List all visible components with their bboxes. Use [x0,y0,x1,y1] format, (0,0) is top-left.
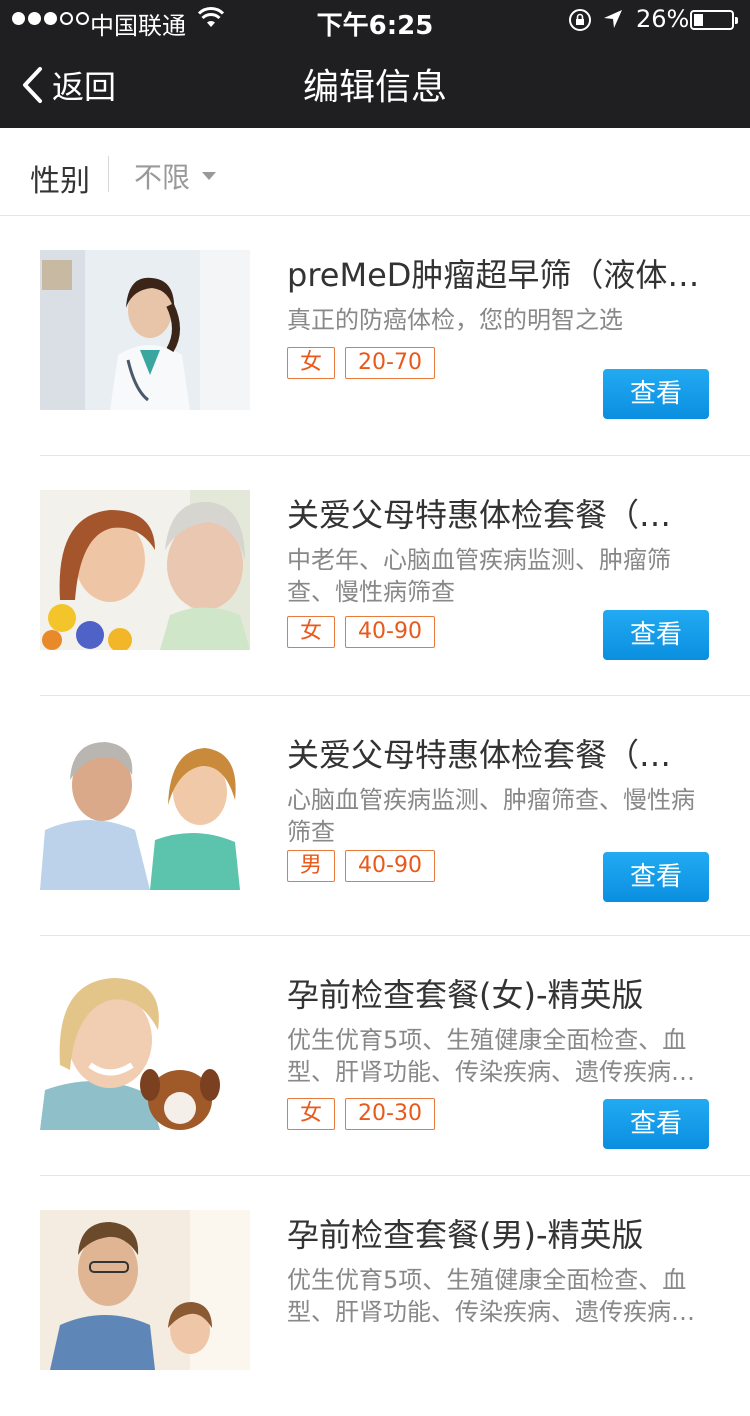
item-tags: 男 40-90 [287,850,435,882]
orientation-lock-icon [569,9,591,31]
gender-tag: 女 [287,616,336,648]
battery-percent: 26% [636,5,690,33]
gender-tag: 男 [287,850,336,882]
elderly-couple-photo [40,730,250,890]
item-description: 优生优育5项、生殖健康全面检查、血型、肝肾功能、传染疾病、遗传疾病… [287,1026,695,1086]
location-icon [604,10,622,28]
view-button[interactable]: 查看 [603,369,709,419]
filter-bar: 性别 不限 [0,128,750,216]
gender-filter-label: 性别 [30,164,90,199]
list-item[interactable]: 关爱父母特惠体检套餐（… 心脑血管疾病监测、肿瘤筛查、慢性病筛查 男 40-90… [0,696,750,936]
view-button[interactable]: 查看 [603,1099,709,1149]
father-child-photo [40,1210,250,1370]
gender-tag: 女 [287,1098,336,1130]
list-item[interactable]: 孕前检查套餐(女)-精英版 优生优育5项、生殖健康全面检查、血型、肝肾功能、传染… [0,936,750,1176]
view-button[interactable]: 查看 [603,610,709,660]
top-bar: 中国联通 下午6:25 26% 返回 编辑信息 [0,0,750,128]
gender-tag: 女 [287,347,336,379]
nav-bar: 返回 编辑信息 [0,40,750,128]
view-button[interactable]: 查看 [603,852,709,902]
item-tags: 女 20-70 [287,347,435,379]
woman-with-puppy-photo [40,970,250,1130]
item-description: 中老年、心脑血管疾病监测、肿瘤筛查、慢性病筛查 [287,546,671,606]
status-bar: 中国联通 下午6:25 26% [0,0,750,41]
doctor-photo [40,250,250,410]
page-title: 编辑信息 [302,67,447,108]
item-tags: 女 40-90 [287,616,435,648]
item-title: 关爱父母特惠体检套餐（… [287,736,672,774]
age-range-tag: 40-90 [345,850,435,882]
list-item[interactable]: 关爱父母特惠体检套餐（… 中老年、心脑血管疾病监测、肿瘤筛查、慢性病筛查 女 4… [0,456,750,696]
item-title: 孕前检查套餐(女)-精英版 [287,976,644,1014]
list-item[interactable]: 孕前检查套餐(男)-精英版 优生优育5项、生殖健康全面检查、血型、肝肾功能、传染… [0,1176,750,1416]
age-range-tag: 20-70 [345,347,435,379]
gender-filter-value: 不限 [134,161,191,194]
age-range-tag: 40-90 [345,616,435,648]
item-title: 关爱父母特惠体检套餐（… [287,496,672,534]
mother-daughter-photo [40,490,250,650]
age-range-tag: 20-30 [345,1098,435,1130]
filter-divider [108,156,109,192]
gender-filter-dropdown[interactable]: 不限 [134,156,217,196]
item-description: 心脑血管疾病监测、肿瘤筛查、慢性病筛查 [287,786,695,846]
item-description: 真正的防癌体检，您的明智之选 [287,306,623,334]
caret-down-icon [202,172,217,180]
item-description: 优生优育5项、生殖健康全面检查、血型、肝肾功能、传染疾病、遗传疾病… [287,1266,695,1326]
item-title: preMeD肿瘤超早筛（液体… [287,256,700,294]
item-title: 孕前检查套餐(男)-精英版 [287,1216,644,1254]
item-tags: 女 20-30 [287,1098,435,1130]
battery-icon [690,10,738,30]
list-item[interactable]: preMeD肿瘤超早筛（液体… 真正的防癌体检，您的明智之选 女 20-70 查… [0,216,750,456]
